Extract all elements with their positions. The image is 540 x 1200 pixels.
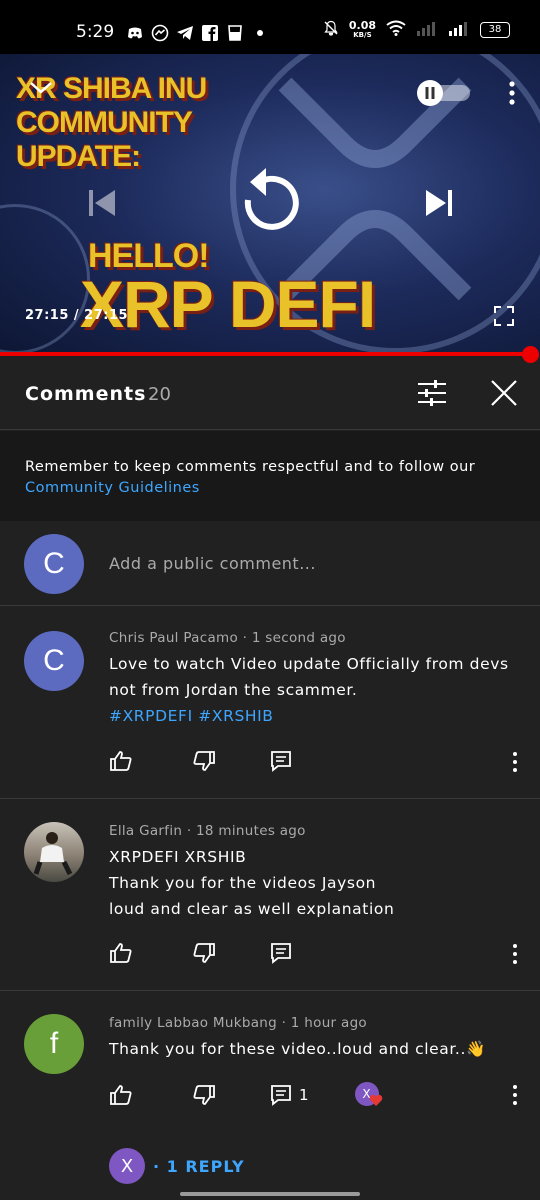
home-indicator[interactable]	[180, 1192, 360, 1196]
comment-actions: 1 X	[109, 1082, 385, 1108]
current-user-avatar: C	[24, 534, 84, 594]
autoplay-toggle[interactable]	[416, 80, 472, 110]
creator-heart-badge: X	[354, 1082, 385, 1111]
wifi-icon	[386, 20, 406, 40]
like-icon[interactable]	[109, 749, 133, 773]
video-subtitle-xrpdefi: XRP DEFI	[80, 267, 376, 341]
mute-bell-icon	[323, 20, 339, 40]
reply-count-link[interactable]: · 1 REPLY	[153, 1157, 245, 1176]
add-comment-row[interactable]: C Add a public comment...	[0, 521, 540, 606]
dislike-icon[interactable]	[192, 1083, 216, 1107]
signal-icon	[416, 20, 438, 40]
comment-meta: Ella Garfin · 18 minutes ago	[109, 823, 306, 839]
next-icon[interactable]	[424, 187, 454, 223]
battery-indicator: 38	[480, 22, 510, 38]
view-replies-link[interactable]: X · 1 REPLY	[109, 1148, 245, 1184]
comment-meta: Chris Paul Pacamo · 1 second ago	[109, 630, 346, 646]
like-icon[interactable]	[109, 1083, 133, 1107]
video-progress-bar[interactable]	[0, 352, 532, 356]
network-speed: 0.08 KB/S	[348, 19, 376, 39]
comments-header: Comments 20	[0, 360, 540, 430]
dislike-icon[interactable]	[192, 749, 216, 773]
comment-author[interactable]: Ella Garfin	[109, 823, 182, 839]
filter-sliders-icon[interactable]	[418, 380, 446, 410]
status-bar: 5:29 0.08 KB/S 38	[0, 0, 540, 54]
comment-body: Thank you for these video..loud and clea…	[109, 1040, 486, 1058]
replay-icon[interactable]	[238, 164, 302, 240]
notification-icons	[126, 24, 269, 42]
video-player[interactable]: XR SHIBA INU COMMUNITY UPDATE: HELLO! XR…	[0, 54, 540, 356]
minimize-chevron-icon[interactable]	[28, 80, 54, 100]
dislike-icon[interactable]	[192, 941, 216, 965]
comments-count: 20	[148, 384, 171, 405]
reply-comment-icon[interactable]	[269, 941, 293, 965]
fullscreen-icon[interactable]	[494, 306, 514, 330]
community-guidelines-notice: Remember to keep comments respectful and…	[0, 431, 540, 521]
more-vert-icon[interactable]	[508, 80, 516, 110]
reply-comment-icon[interactable]	[269, 749, 293, 773]
comment-author[interactable]: Chris Paul Pacamo	[109, 630, 238, 646]
comments-title: Comments	[25, 383, 147, 405]
comment-item: C Chris Paul Pacamo · 1 second ago Love …	[0, 606, 540, 799]
comment-hashtags[interactable]: #XRPDEFI #XRSHIB	[109, 703, 509, 729]
comment-time: 18 minutes ago	[196, 823, 306, 839]
reply-comment-icon[interactable]	[269, 1083, 293, 1107]
notice-text: Remember to keep comments respectful and…	[25, 459, 476, 475]
dot-icon	[251, 24, 269, 42]
status-time: 5:29	[76, 22, 115, 42]
avatar[interactable]: f	[24, 1014, 84, 1074]
like-icon[interactable]	[109, 941, 133, 965]
community-guidelines-link[interactable]: Community Guidelines	[25, 480, 200, 496]
close-icon[interactable]	[490, 379, 518, 411]
comment-time: 1 hour ago	[290, 1015, 367, 1031]
comment-item: f family Labbao Mukbang · 1 hour ago Tha…	[0, 991, 540, 1200]
comment-item: Ella Garfin · 18 minutes ago XRPDEFI XRS…	[0, 799, 540, 991]
reply-avatar: X	[109, 1148, 145, 1184]
comment-more-icon[interactable]	[512, 1085, 518, 1107]
comment-more-icon[interactable]	[512, 944, 518, 966]
video-time-display: 27:15 / 27:15	[25, 308, 129, 323]
add-comment-input[interactable]: Add a public comment...	[109, 554, 316, 573]
comment-time: 1 second ago	[251, 630, 346, 646]
comment-actions	[109, 749, 293, 773]
comment-actions	[109, 941, 293, 965]
telegram-icon	[176, 24, 194, 42]
reply-count: 1	[299, 1086, 309, 1104]
comment-meta: family Labbao Mukbang · 1 hour ago	[109, 1015, 367, 1031]
facebook-icon	[201, 24, 219, 42]
messenger-icon	[151, 24, 169, 42]
discord-icon	[126, 24, 144, 42]
heart-icon	[369, 1092, 383, 1111]
comment-body: XRPDEFI XRSHIB Thank you for the videos …	[109, 848, 395, 918]
comment-more-icon[interactable]	[512, 752, 518, 774]
avatar-photo	[33, 832, 73, 876]
previous-icon[interactable]	[87, 187, 117, 223]
glass-icon	[226, 24, 244, 42]
comment-body: Love to watch Video update Officially fr…	[109, 651, 509, 729]
signal-icon-2	[448, 20, 470, 40]
status-right: 0.08 KB/S 38	[323, 20, 510, 40]
comment-author[interactable]: family Labbao Mukbang	[109, 1015, 277, 1031]
avatar[interactable]: C	[24, 631, 84, 691]
avatar[interactable]	[24, 822, 84, 882]
